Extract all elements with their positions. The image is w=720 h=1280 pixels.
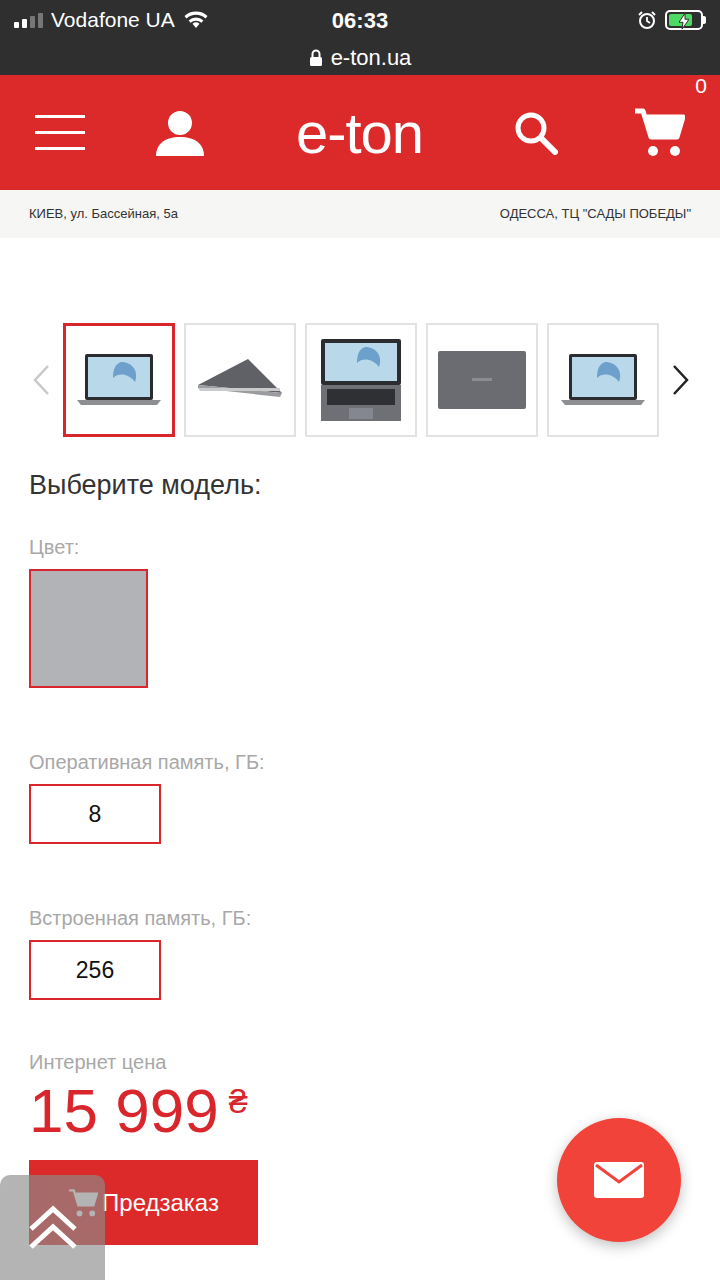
price-amount: 15 999 [29,1080,219,1142]
price-currency: ₴ [229,1084,248,1118]
clock-label: 06:33 [332,4,388,37]
model-heading: Выберите модель: [29,469,720,501]
prev-arrow[interactable] [28,323,54,437]
cart-count-badge: 0 [695,75,707,96]
store-address[interactable]: КИЕВ, ул. Бассейная, 5а [29,204,178,224]
alarm-icon [637,10,657,30]
wifi-icon [183,10,209,30]
menu-icon[interactable] [35,114,85,152]
next-arrow[interactable] [668,323,694,437]
status-bar: Vodafone UA 06:33 e-ton.ua [0,0,720,75]
image-gallery [0,323,720,437]
laptop-photo [192,355,288,405]
option-value-text: 256 [76,953,114,988]
url-label: e-ton.ua [331,41,412,74]
laptop-photo [557,350,649,410]
laptop-photo [434,347,530,413]
chevron-up-icon [27,1205,79,1251]
option-value[interactable]: 256 [29,940,161,1000]
mail-icon [594,1162,644,1198]
account-icon[interactable] [155,110,205,156]
laptop-photo [315,335,407,425]
gallery-thumbnail[interactable] [63,323,175,437]
option-value-text: 8 [89,797,102,832]
price-label: Интернет цена [29,1050,720,1074]
option-label: Встроенная память, ГБ: [29,906,720,930]
option-label: Оперативная память, ГБ: [29,750,720,774]
gallery-thumbnail[interactable] [184,323,296,437]
back-to-top-button[interactable] [0,1175,105,1280]
gallery-thumbnail[interactable] [426,323,538,437]
url-bar[interactable]: e-ton.ua [0,40,720,75]
option-value[interactable]: 8 [29,784,161,844]
site-logo[interactable]: e-ton [296,104,423,162]
option-group: Встроенная память, ГБ: 256 [29,906,720,1000]
color-swatch[interactable] [29,569,148,688]
cart-button[interactable]: 0 [633,107,685,159]
charging-icon [679,4,689,36]
store-address[interactable]: ОДЕССА, ТЦ "САДЫ ПОБЕДЫ" [500,204,691,224]
gallery-thumbnail[interactable] [305,323,417,437]
preorder-label: Предзаказ [102,1185,219,1221]
carrier-label: Vodafone UA [51,4,175,36]
battery-icon [665,10,706,30]
signal-icon [14,12,43,28]
cart-icon[interactable] [633,107,685,159]
message-button[interactable] [557,1118,681,1242]
option-group: Оперативная память, ГБ: 8 [29,750,720,844]
store-strip: КИЕВ, ул. Бассейная, 5а ОДЕССА, ТЦ "САДЫ … [0,190,720,238]
option-group: Цвет: [29,535,720,688]
site-header: e-ton 0 [0,75,720,190]
gallery-thumbnail[interactable] [547,323,659,437]
lock-icon [309,49,323,67]
laptop-photo [73,350,165,410]
option-label: Цвет: [29,535,720,559]
search-icon[interactable] [514,111,558,155]
